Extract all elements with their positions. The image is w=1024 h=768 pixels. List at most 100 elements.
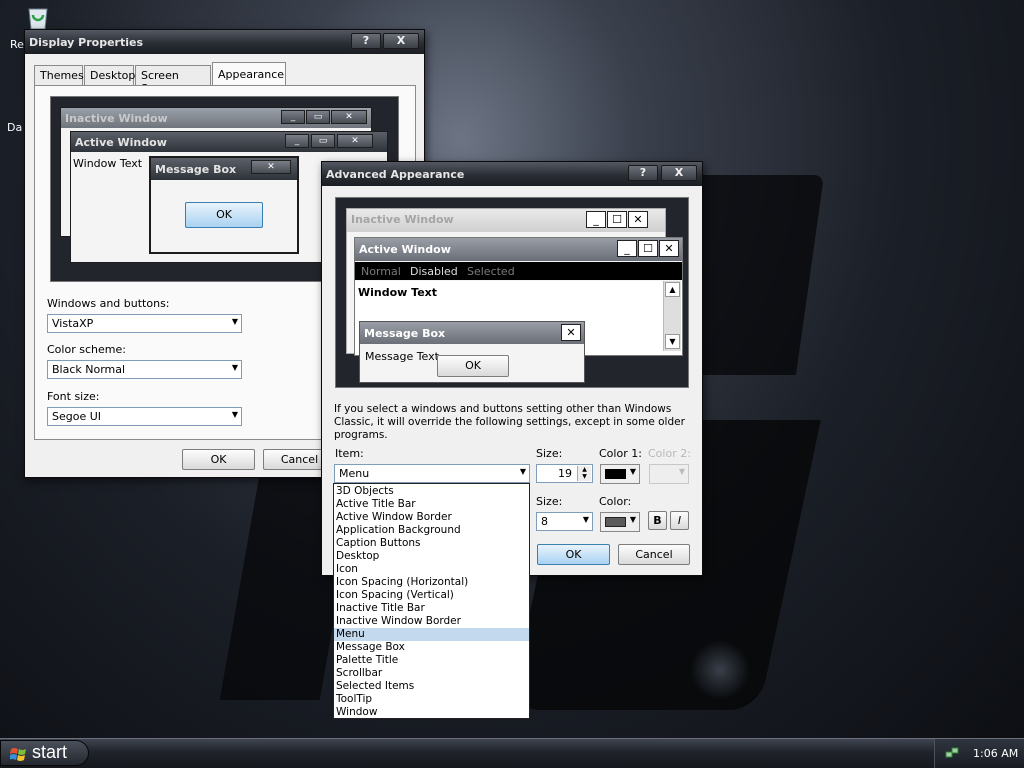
font-size-select[interactable]: Segoe UI ▼ — [47, 407, 242, 426]
close-icon: ✕ — [628, 211, 648, 228]
list-item[interactable]: Message Box — [334, 641, 529, 654]
preview-scrollbar: ▲ ▼ — [663, 281, 681, 351]
taskbar: start 1:06 AM — [0, 738, 1024, 768]
list-item[interactable]: Inactive Window Border — [334, 615, 529, 628]
font-size-value: 8 — [541, 515, 548, 528]
preview-ok-button: OK — [437, 355, 509, 377]
color-scheme-select[interactable]: Black Normal ▼ — [47, 360, 242, 379]
menu-item-disabled: Disabled — [410, 265, 458, 278]
close-icon: ✕ — [561, 324, 581, 341]
close-button[interactable]: X — [661, 165, 697, 181]
system-tray: 1:06 AM — [934, 739, 1024, 768]
color2-picker[interactable]: ▼ — [649, 464, 689, 484]
font-size-select[interactable]: 8 ▼ — [536, 512, 593, 531]
start-button[interactable]: start — [0, 740, 89, 766]
preview-window-text: Window Text — [358, 286, 438, 299]
recycle-bin-icon[interactable] — [24, 3, 52, 31]
tab-themes[interactable]: Themes — [34, 65, 84, 85]
list-item[interactable]: Icon Spacing (Vertical) — [334, 589, 529, 602]
tab-screen-saver[interactable]: Screen Saver — [135, 65, 211, 95]
chevron-down-icon: ▼ — [231, 317, 238, 326]
tab-appearance[interactable]: Appearance — [212, 62, 286, 86]
windows-buttons-select[interactable]: VistaXP ▼ — [47, 314, 242, 333]
chevron-down-icon: ▼ — [231, 363, 238, 372]
network-icon[interactable] — [945, 746, 959, 760]
color-scheme-value: Black Normal — [52, 363, 126, 376]
item-dropdown-list[interactable]: 3D Objects Active Title Bar Active Windo… — [333, 483, 530, 719]
font-size-label: Font size: — [47, 390, 100, 403]
preview-menu-bar: Normal Disabled Selected — [355, 262, 682, 280]
item-select[interactable]: Menu ▼ — [334, 464, 530, 483]
preview-msgbox-text: Message Text — [365, 350, 439, 363]
item-label: Item: — [335, 447, 364, 460]
list-item[interactable]: Inactive Title Bar — [334, 602, 529, 615]
size-spinner[interactable]: 19 ▲ ▼ — [536, 464, 593, 483]
list-item[interactable]: ToolTip — [334, 693, 529, 706]
list-item[interactable]: 3D Objects — [334, 485, 529, 498]
preview-msgbox-title: Message Box — [360, 322, 584, 344]
help-button[interactable]: ? — [628, 165, 658, 181]
window-title: Advanced Appearance — [326, 168, 465, 181]
font-size-label: Size: — [536, 495, 563, 508]
advanced-preview: Inactive Window _ ☐ ✕ Active Window _ ☐ … — [335, 197, 689, 388]
close-icon: ✕ — [337, 134, 373, 148]
minimize-icon: _ — [281, 110, 305, 124]
ok-button[interactable]: OK — [537, 544, 610, 565]
size-value: 19 — [558, 467, 572, 480]
list-item[interactable]: Icon Spacing (Horizontal) — [334, 576, 529, 589]
windows-buttons-label: Windows and buttons: — [47, 297, 170, 310]
list-item[interactable]: Palette Title — [334, 654, 529, 667]
font-color-picker[interactable]: ▼ — [600, 512, 640, 532]
close-icon: ✕ — [659, 240, 679, 257]
color1-picker[interactable]: ▼ — [600, 464, 640, 484]
color1-label: Color 1: — [599, 447, 642, 460]
clock[interactable]: 1:06 AM — [973, 747, 1018, 760]
font-color-label: Color: — [599, 495, 632, 508]
start-label: start — [32, 742, 68, 762]
preview-window-text: Window Text — [73, 157, 143, 170]
close-icon: ✕ — [331, 110, 367, 124]
list-item[interactable]: Selected Items — [334, 680, 529, 693]
window-title: Display Properties — [29, 36, 144, 49]
spinner-arrows-icon[interactable]: ▲ ▼ — [577, 466, 591, 481]
list-item[interactable]: Caption Buttons — [334, 537, 529, 550]
windows-logo-icon — [9, 746, 27, 761]
chevron-down-icon: ▼ — [519, 467, 526, 476]
tab-strip: Themes Desktop Screen Saver Appearance — [34, 62, 414, 95]
italic-toggle[interactable]: I — [670, 511, 689, 530]
list-item[interactable]: Active Title Bar — [334, 498, 529, 511]
preview-message-box: Message Box ✕ Message Text OK — [359, 321, 585, 383]
tab-desktop[interactable]: Desktop — [84, 65, 135, 85]
list-item[interactable]: Scrollbar — [334, 667, 529, 680]
ok-button[interactable]: OK — [182, 449, 255, 470]
list-item[interactable]: Application Background — [334, 524, 529, 537]
override-note: If you select a windows and buttons sett… — [334, 403, 685, 441]
item-value: Menu — [339, 467, 370, 480]
list-item[interactable]: Icon — [334, 563, 529, 576]
color-scheme-label: Color scheme: — [47, 343, 126, 356]
chevron-down-icon: ▼ — [678, 467, 685, 476]
chevron-down-icon: ▼ — [582, 515, 589, 524]
windows-buttons-value: VistaXP — [52, 317, 94, 330]
menu-item-selected: Selected — [467, 265, 515, 278]
list-item[interactable]: Desktop — [334, 550, 529, 563]
minimize-icon: _ — [617, 240, 637, 257]
desktop-icon-label[interactable]: Da — [7, 121, 22, 134]
cancel-button[interactable]: Cancel — [618, 544, 690, 565]
menu-item-normal: Normal — [361, 265, 401, 278]
preview-message-box: Message Box ✕ OK — [149, 156, 299, 254]
close-button[interactable]: X — [383, 33, 419, 49]
help-button[interactable]: ? — [351, 33, 381, 49]
maximize-icon: ☐ — [607, 211, 627, 228]
bold-toggle[interactable]: B — [648, 511, 667, 530]
list-item[interactable]: Active Window Border — [334, 511, 529, 524]
list-item[interactable]: Window — [334, 706, 529, 719]
desktop-icon-label[interactable]: Re — [10, 38, 24, 51]
minimize-icon: _ — [285, 134, 309, 148]
chevron-down-icon: ▼ — [629, 515, 636, 524]
maximize-icon: ▭ — [306, 110, 330, 124]
chevron-down-icon: ▼ — [231, 410, 238, 419]
font-size-value: Segoe UI — [52, 410, 102, 423]
list-item-selected[interactable]: Menu — [334, 628, 529, 641]
preview-ok-button: OK — [185, 202, 263, 228]
